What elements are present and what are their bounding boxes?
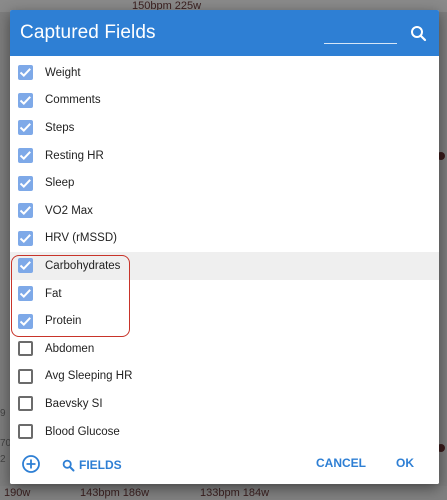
background-edge-text: 70	[0, 438, 12, 449]
field-list[interactable]: Weight Comments Steps Resting HR Sleep VO2 Ma…	[10, 59, 439, 445]
field-label: Abdomen	[45, 342, 95, 355]
field-label: Blood Glucose	[45, 425, 120, 438]
field-row[interactable]: HRV (rMSSD)	[10, 225, 439, 253]
fields-button-label: FIELDS	[79, 458, 122, 472]
field-label: Protein	[45, 315, 82, 328]
field-label: Carbohydrates	[45, 259, 121, 272]
check-icon	[19, 206, 31, 216]
field-label: HRV (rMSSD)	[45, 232, 117, 245]
field-label: Comments	[45, 94, 101, 107]
field-label: VO2 Max	[45, 204, 93, 217]
field-row[interactable]: Steps	[10, 114, 439, 142]
check-icon	[19, 289, 31, 299]
check-icon	[19, 178, 31, 188]
field-row[interactable]: VO2 Max	[10, 197, 439, 225]
background-edge-text: 9	[0, 408, 6, 419]
field-row[interactable]: Protein	[10, 307, 439, 335]
field-row[interactable]: Abdomen	[10, 335, 439, 363]
background-stat-bottom: 190w	[4, 487, 31, 499]
check-icon	[19, 96, 31, 105]
checkbox-checked[interactable]	[18, 175, 33, 191]
check-icon	[19, 233, 31, 243]
field-row[interactable]: Blood Glucose	[10, 418, 439, 445]
checkbox-checked[interactable]	[18, 120, 33, 136]
background-stat-bottom: 143bpm 186w	[80, 487, 150, 499]
field-label: Sleep	[45, 177, 75, 190]
field-row[interactable]: Fat	[10, 280, 439, 308]
field-label: Baevsky SI	[45, 397, 103, 410]
checkbox-checked[interactable]	[18, 203, 33, 219]
field-label: Resting HR	[45, 149, 104, 162]
dialog-header: Captured Fields	[10, 10, 439, 56]
checkbox-unchecked[interactable]	[18, 368, 33, 384]
checkbox-checked[interactable]	[18, 148, 33, 164]
field-row[interactable]: Avg Sleeping HR	[10, 363, 439, 391]
captured-fields-dialog: Captured Fields Weight Comments Steps Resti…	[10, 10, 439, 484]
check-icon	[19, 68, 31, 78]
field-row[interactable]: Comments	[10, 87, 439, 115]
field-label: Weight	[45, 66, 81, 79]
dialog-footer: FIELDS CANCEL OK	[10, 450, 439, 484]
field-row[interactable]: Resting HR	[10, 142, 439, 170]
search-icon[interactable]	[408, 23, 430, 45]
field-label: Steps	[45, 121, 75, 134]
check-icon	[19, 151, 31, 161]
search-input[interactable]	[324, 43, 397, 44]
search-fields-button[interactable]: FIELDS	[62, 456, 122, 474]
checkbox-checked[interactable]	[18, 92, 33, 108]
checkbox-checked[interactable]	[18, 65, 33, 81]
field-row[interactable]: Carbohydrates	[10, 252, 439, 280]
cancel-button[interactable]: CANCEL	[316, 456, 366, 470]
checkbox-checked[interactable]	[18, 230, 33, 246]
field-row[interactable]: Sleep	[10, 169, 439, 197]
field-label: Fat	[45, 287, 62, 300]
check-icon	[19, 123, 31, 133]
checkbox-checked[interactable]	[18, 313, 33, 329]
dialog-title: Captured Fields	[20, 22, 156, 43]
field-row[interactable]: Baevsky SI	[10, 390, 439, 418]
checkbox-unchecked[interactable]	[18, 396, 33, 412]
ok-button[interactable]: OK	[396, 456, 414, 470]
checkbox-unchecked[interactable]	[18, 341, 33, 357]
field-label: Avg Sleeping HR	[45, 370, 133, 383]
search-icon	[62, 459, 75, 471]
checkbox-checked[interactable]	[18, 286, 33, 302]
background-stat-bottom: 133bpm 184w	[200, 487, 270, 499]
add-circle-icon[interactable]	[21, 454, 41, 474]
check-icon	[19, 316, 31, 326]
background-edge-text: 2	[0, 454, 6, 465]
field-row[interactable]: Weight	[10, 59, 439, 87]
checkbox-checked[interactable]	[18, 258, 33, 274]
check-icon	[19, 261, 31, 271]
checkbox-unchecked[interactable]	[18, 424, 33, 440]
